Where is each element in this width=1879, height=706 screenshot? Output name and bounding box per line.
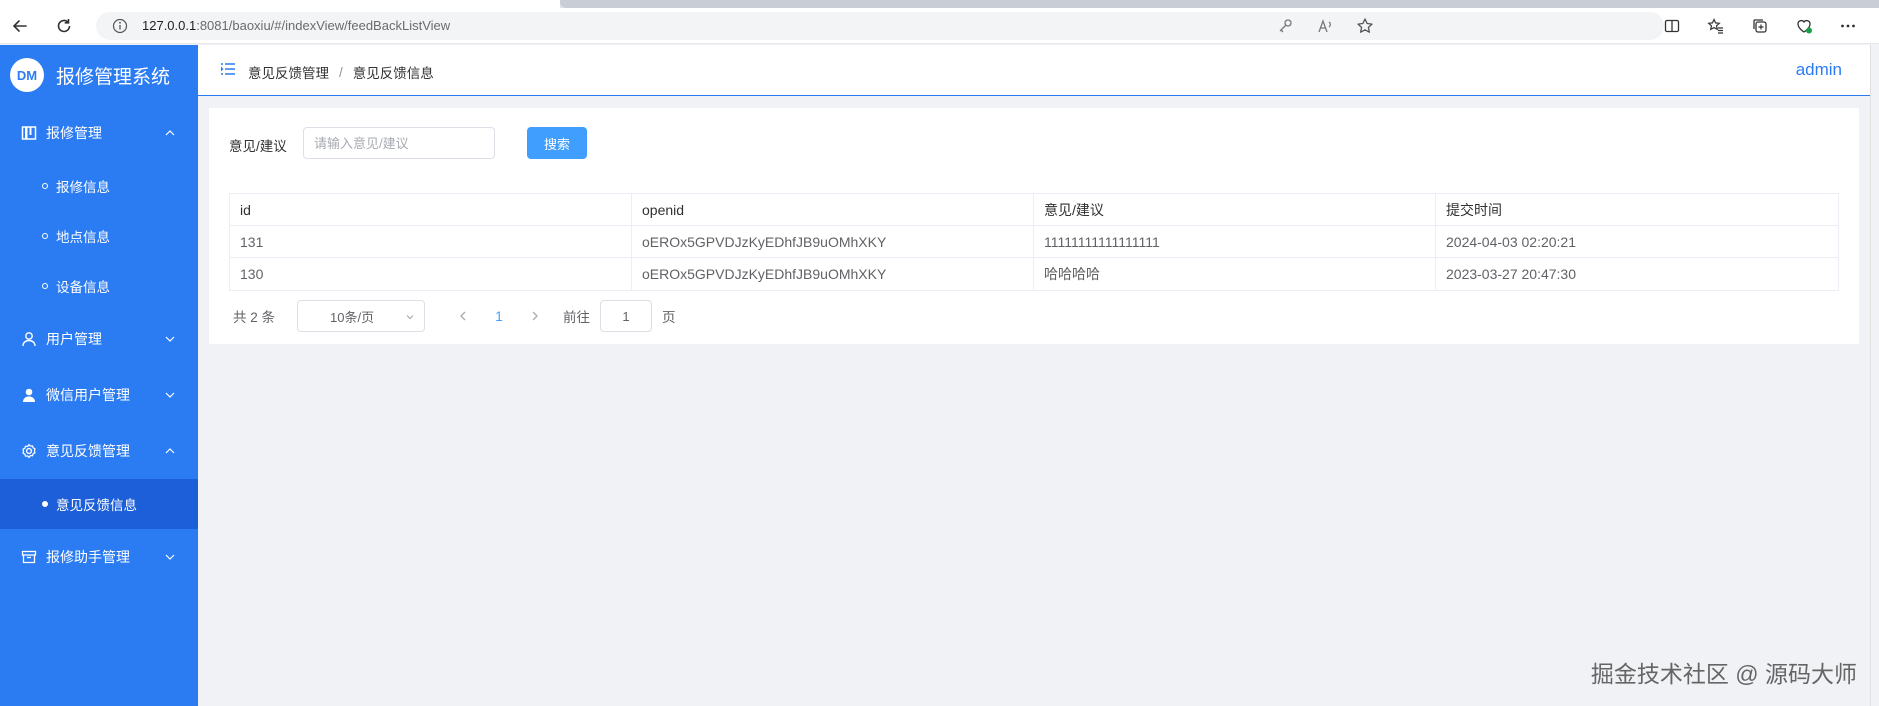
- breadcrumb-current: 意见反馈信息: [352, 66, 434, 81]
- sidebar-item-location-info[interactable]: 地点信息: [0, 211, 198, 261]
- goto-label: 前往: [563, 310, 591, 325]
- search-input[interactable]: [304, 128, 494, 158]
- menu-label: 报修管理: [46, 125, 102, 141]
- chevron-up-icon: [165, 130, 175, 136]
- menu-label: 微信用户管理: [46, 387, 130, 403]
- menu-label: 意见反馈管理: [46, 443, 130, 459]
- collections-icon[interactable]: [1748, 14, 1772, 38]
- url-path: :8081/baoxiu/#/indexView/feedBackListVie…: [196, 18, 451, 33]
- back-icon[interactable]: [8, 14, 32, 38]
- bullet-icon: [42, 283, 48, 289]
- content-card: 意见/建议 搜索 id openid 意见/建议 提交时间 131 oEROx5…: [209, 108, 1859, 344]
- pagination: 共 2 条 10条/页 1 前往 1 页: [229, 300, 676, 332]
- favorite-star-icon[interactable]: [1356, 17, 1374, 40]
- search-input-wrapper[interactable]: [303, 127, 495, 159]
- page-size-value: 10条/页: [330, 309, 375, 325]
- address-bar[interactable]: 127.0.0.1:8081/baoxiu/#/indexView/feedBa…: [96, 12, 1664, 40]
- menu-wechat-user-management[interactable]: 微信用户管理: [0, 367, 198, 423]
- browser-toolbar: 127.0.0.1:8081/baoxiu/#/indexView/feedBa…: [0, 8, 1879, 44]
- browser-active-tab[interactable]: [0, 0, 560, 8]
- watermark: 掘金技术社区 @ 源码大师: [1590, 661, 1857, 687]
- chevron-down-icon: [165, 392, 175, 398]
- bullet-icon: [42, 183, 48, 189]
- menu-repair-management[interactable]: 报修管理: [0, 105, 198, 161]
- bullet-icon: [42, 233, 48, 239]
- menu-repair-assistant-management[interactable]: 报修助手管理: [0, 529, 198, 585]
- column-header: 意见/建议: [1034, 194, 1436, 225]
- table-cell: oEROx5GPVDJzKyEDhfJB9uOMhXKY: [632, 226, 1034, 257]
- password-key-icon[interactable]: [1276, 17, 1294, 40]
- column-header: openid: [632, 194, 1034, 225]
- menu-user-management[interactable]: 用户管理: [0, 311, 198, 367]
- box-icon: [20, 548, 38, 566]
- book-icon: [20, 124, 38, 142]
- table-cell: oEROx5GPVDJzKyEDhfJB9uOMhXKY: [632, 258, 1034, 290]
- goto-page-input[interactable]: 1: [600, 300, 653, 332]
- more-menu-icon[interactable]: [1836, 14, 1860, 38]
- page-size-select[interactable]: 10条/页: [297, 300, 426, 332]
- page-right-edge: [1870, 45, 1879, 706]
- top-header: 意见反馈管理 / 意见反馈信息 admin: [198, 45, 1870, 96]
- menu-label: 报修助手管理: [46, 549, 130, 565]
- logo: DM: [10, 58, 44, 92]
- user-icon: [20, 330, 38, 348]
- browser-tabstrip: [0, 0, 1879, 8]
- read-aloud-icon[interactable]: [1316, 17, 1334, 40]
- split-screen-icon[interactable]: [1660, 14, 1684, 38]
- browser-essentials-icon[interactable]: [1792, 14, 1816, 38]
- favorites-icon[interactable]: [1704, 14, 1728, 38]
- sidebar-item-repair-info[interactable]: 报修信息: [0, 161, 198, 211]
- next-page-icon[interactable]: [525, 310, 545, 322]
- search-button[interactable]: 搜索: [527, 127, 587, 159]
- chevron-down-icon: [165, 336, 175, 342]
- menu-label: 用户管理: [46, 331, 102, 347]
- gear-icon: [20, 442, 38, 460]
- chevron-up-icon: [165, 448, 175, 454]
- column-header: 提交时间: [1446, 201, 1502, 218]
- sidebar: DM 报修管理系统 报修管理 报修信息 地点信息 设备信息 用户管理 微信用户管…: [0, 45, 198, 706]
- table-cell: 130: [230, 258, 632, 290]
- user-filled-icon: [20, 386, 38, 404]
- chevron-down-icon: [406, 315, 414, 320]
- prev-page-icon[interactable]: [453, 310, 473, 322]
- refresh-icon[interactable]: [52, 14, 76, 38]
- menu-feedback-management[interactable]: 意见反馈管理: [0, 423, 198, 479]
- browser-inactive-tabs[interactable]: [560, 0, 1879, 8]
- table-body: 131 oEROx5GPVDJzKyEDhfJB9uOMhXKY 1111111…: [230, 226, 1838, 290]
- app-title: 报修管理系统: [56, 66, 171, 88]
- brand: DM 报修管理系统: [0, 45, 198, 105]
- table-cell: 哈哈哈哈: [1034, 258, 1436, 290]
- pagination-total: 共 2 条: [233, 310, 276, 325]
- url-host: 127.0.0.1: [142, 18, 197, 33]
- feedback-table: id openid 意见/建议 提交时间 131 oEROx5GPVDJzKyE…: [229, 193, 1839, 291]
- table-row: 131 oEROx5GPVDJzKyEDhfJB9uOMhXKY 1111111…: [230, 226, 1838, 258]
- bullet-icon: [42, 501, 48, 507]
- sidebar-item-label: 报修信息: [56, 180, 110, 195]
- sidebar-item-label: 意见反馈信息: [56, 498, 137, 513]
- sidebar-item-label: 地点信息: [56, 230, 110, 245]
- page-unit-label: 页: [662, 310, 676, 325]
- table-row: 130 oEROx5GPVDJzKyEDhfJB9uOMhXKY 哈哈哈哈 20…: [230, 258, 1838, 290]
- table-header-row: id openid 意见/建议 提交时间: [230, 194, 1838, 226]
- table-cell: 11111111111111111: [1034, 226, 1436, 257]
- breadcrumb: 意见反馈管理 / 意见反馈信息: [248, 62, 434, 82]
- table-cell: 2023-03-27 20:47:30: [1446, 266, 1576, 282]
- column-header: id: [230, 194, 632, 225]
- breadcrumb-separator: /: [339, 64, 343, 80]
- breadcrumb-item[interactable]: 意见反馈管理: [248, 62, 329, 82]
- search-label: 意见/建议: [229, 139, 287, 154]
- sidebar-item-device-info[interactable]: 设备信息: [0, 261, 198, 311]
- sidebar-item-label: 设备信息: [56, 280, 110, 295]
- sidebar-item-feedback-info[interactable]: 意见反馈信息: [0, 479, 198, 529]
- table-cell: 131: [230, 226, 632, 257]
- url-text[interactable]: 127.0.0.1:8081/baoxiu/#/indexView/feedBa…: [142, 18, 450, 33]
- chevron-down-icon: [165, 554, 175, 560]
- info-icon[interactable]: [112, 18, 128, 39]
- page-number-current[interactable]: 1: [489, 309, 509, 324]
- user-menu[interactable]: admin: [1796, 60, 1842, 80]
- table-cell: 2024-04-03 02:20:21: [1446, 233, 1576, 250]
- menu-fold-icon[interactable]: [220, 62, 236, 81]
